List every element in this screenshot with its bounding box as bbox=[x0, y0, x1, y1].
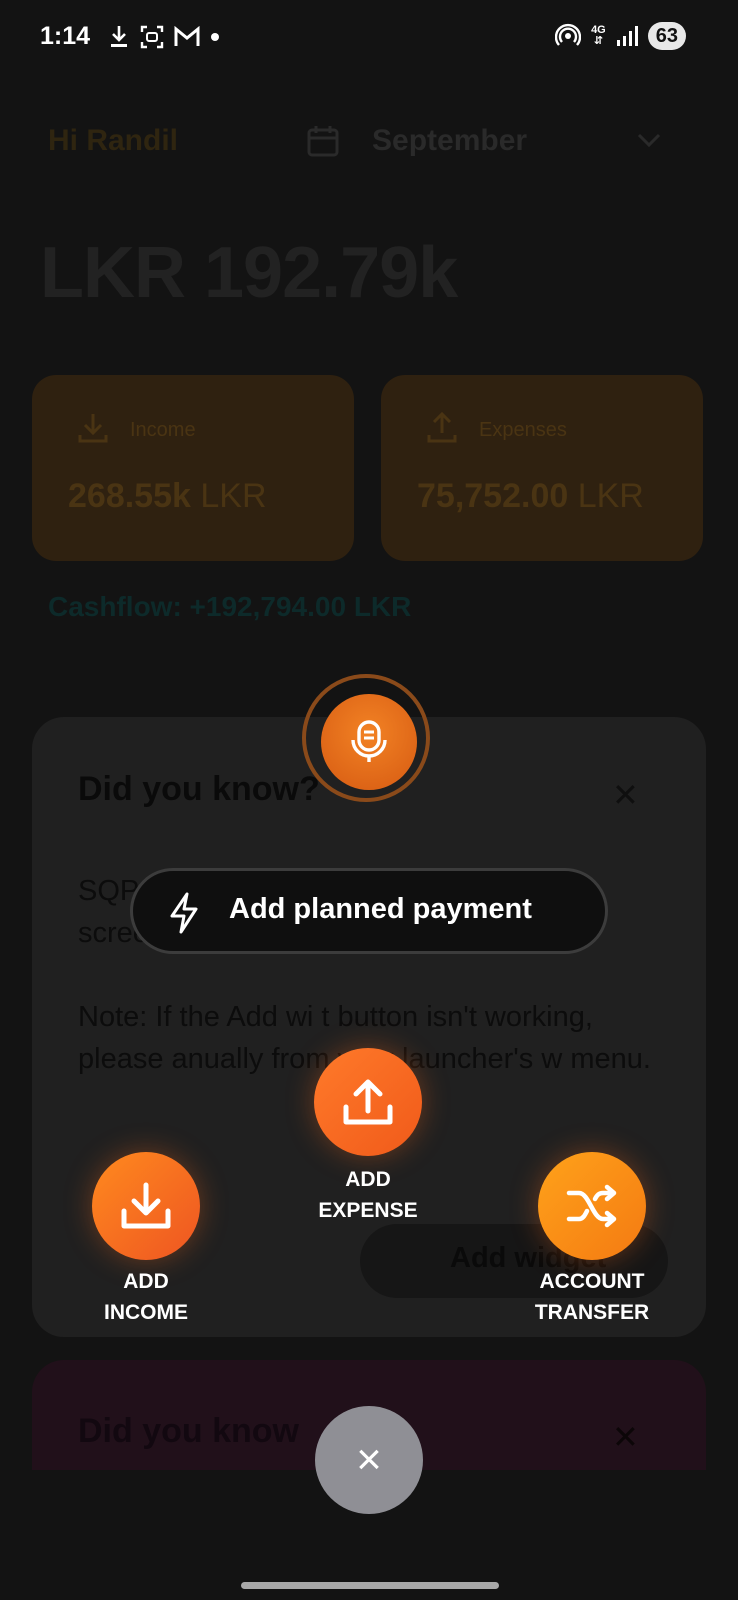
close-icon[interactable]: ✕ bbox=[612, 776, 639, 814]
add-income-button[interactable] bbox=[92, 1152, 200, 1260]
download-icon bbox=[111, 26, 127, 47]
chevron-down-icon[interactable] bbox=[636, 130, 662, 150]
microphone-icon bbox=[351, 720, 387, 762]
close-icon[interactable]: ✕ bbox=[612, 1418, 639, 1456]
status-notification-icons bbox=[108, 24, 220, 50]
cashflow-text: Cashflow: +192,794.00 LKR bbox=[48, 591, 412, 622]
hotspot-icon bbox=[555, 23, 582, 46]
dot-icon bbox=[211, 33, 219, 41]
gmail-icon bbox=[174, 26, 200, 46]
expenses-label: Expenses bbox=[479, 419, 567, 441]
greeting: Hi Randil bbox=[48, 124, 179, 157]
add-income-label: ADD INCOME bbox=[104, 1270, 188, 1324]
voice-input-button[interactable] bbox=[321, 694, 417, 790]
download-icon bbox=[78, 414, 108, 443]
add-planned-payment-button[interactable]: Add planned payment bbox=[130, 868, 608, 954]
add-planned-payment-label: Add planned payment bbox=[229, 893, 532, 925]
month-selector[interactable]: September bbox=[372, 124, 527, 158]
signal-icon bbox=[616, 26, 638, 46]
status-time: 1:14 bbox=[40, 22, 91, 50]
status-system-icons: 4G ⇵ 63 bbox=[555, 22, 686, 50]
account-transfer-label: ACCOUNT TRANSFER bbox=[534, 1270, 650, 1324]
status-bar: 1:14 4G ⇵ 63 bbox=[0, 0, 738, 80]
income-value: 268.55k LKR bbox=[68, 477, 267, 515]
total-balance: LKR 192.79k bbox=[40, 233, 458, 313]
network-type: 4G ⇵ bbox=[591, 24, 606, 47]
income-card[interactable]: Income 268.55k LKR bbox=[32, 375, 354, 561]
home-indicator[interactable] bbox=[241, 1582, 499, 1589]
expenses-card[interactable]: Expenses 75,752.00 LKR bbox=[381, 375, 703, 561]
upload-icon bbox=[427, 411, 457, 443]
battery-indicator: 63 bbox=[647, 22, 686, 50]
expenses-value: 75,752.00 LKR bbox=[417, 477, 644, 515]
add-expense-button[interactable] bbox=[314, 1048, 422, 1156]
calendar-icon bbox=[307, 126, 339, 157]
lightning-icon bbox=[170, 892, 198, 934]
shuffle-icon bbox=[566, 1184, 617, 1228]
close-icon: × bbox=[356, 1435, 382, 1484]
income-label: Income bbox=[130, 419, 196, 441]
upload-icon bbox=[343, 1079, 393, 1125]
download-icon bbox=[121, 1182, 171, 1229]
close-menu-button[interactable]: × bbox=[315, 1406, 423, 1514]
screenshot-icon bbox=[140, 25, 164, 49]
add-expense-label: ADD EXPENSE bbox=[318, 1168, 418, 1222]
tip-card-title: Did you know? bbox=[78, 770, 320, 808]
tip-card-2-title: Did you know bbox=[78, 1412, 299, 1450]
account-transfer-button[interactable] bbox=[538, 1152, 646, 1260]
